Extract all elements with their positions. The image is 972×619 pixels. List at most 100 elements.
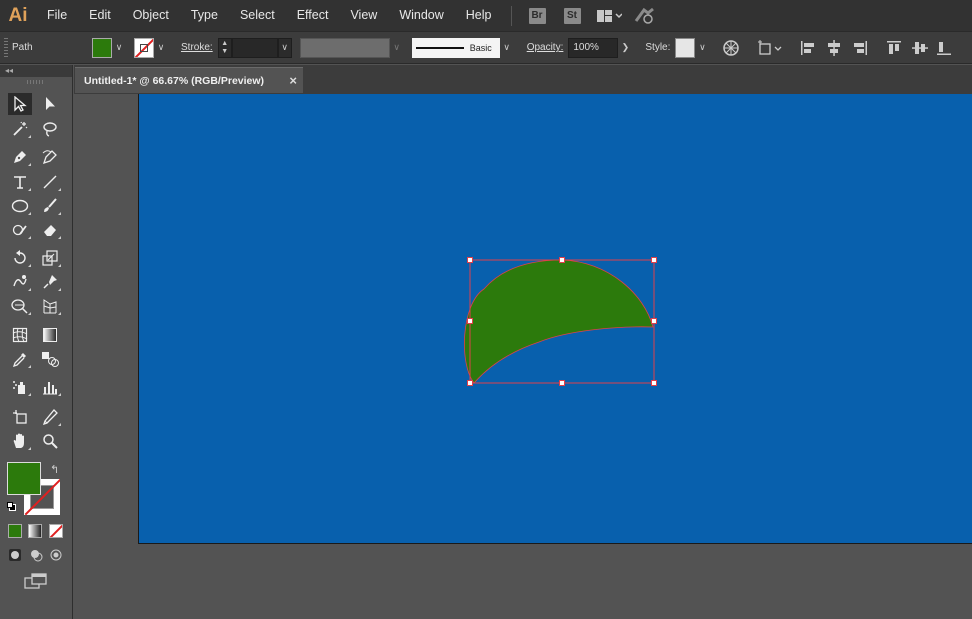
artboard[interactable] (138, 94, 972, 544)
variable-width-profile[interactable] (299, 37, 390, 58)
shaper-tool-icon[interactable] (8, 219, 32, 241)
align-bottom-icon[interactable] (937, 39, 952, 57)
align-vertical-center-icon[interactable] (911, 39, 929, 57)
brush-definition[interactable]: Basic (411, 37, 500, 58)
column-graph-tool-icon[interactable] (38, 376, 62, 398)
draw-normal-icon[interactable] (8, 548, 22, 562)
scale-tool-icon[interactable] (38, 247, 62, 269)
menu-window[interactable]: Window (388, 0, 454, 31)
control-bar-grip[interactable] (4, 37, 8, 58)
align-left-icon[interactable] (799, 39, 817, 57)
tools-panel-header: ◂◂ (0, 65, 72, 77)
stroke-weight-chevron-icon[interactable]: ∨ (277, 37, 292, 58)
curvature-tool-icon[interactable] (38, 146, 62, 168)
blend-tool-icon[interactable] (38, 348, 62, 370)
menu-help[interactable]: Help (455, 0, 503, 31)
tools-panel-grip[interactable] (27, 80, 45, 84)
direct-selection-tool-icon[interactable] (38, 93, 62, 115)
stock-button[interactable]: St (563, 7, 581, 24)
eyedropper-tool-icon[interactable] (8, 348, 32, 370)
stroke-weight-stepper[interactable]: ▲ ▼ (217, 37, 232, 58)
document-tab-title: Untitled-1* @ 66.67% (RGB/Preview) (84, 74, 265, 87)
graphic-style-swatch[interactable] (675, 37, 696, 58)
opacity-field[interactable]: 100% (568, 37, 619, 58)
fill-swatch[interactable] (92, 37, 112, 58)
type-tool-icon[interactable] (8, 171, 32, 193)
menu-file[interactable]: File (36, 0, 78, 31)
swap-fill-stroke-icon[interactable]: ↰ (50, 463, 59, 476)
shape-builder-tool-icon[interactable] (8, 295, 32, 317)
stroke-dropdown-chevron-icon[interactable]: ∨ (154, 38, 168, 58)
bridge-button[interactable]: Br (528, 7, 546, 24)
warp-tool-icon[interactable] (8, 271, 32, 293)
menu-view[interactable]: View (339, 0, 388, 31)
collapse-panel-icon[interactable]: ◂◂ (5, 65, 13, 77)
artboard-tool-icon[interactable] (8, 406, 32, 428)
transform-icon[interactable] (757, 39, 783, 57)
eraser-tool-icon[interactable] (38, 219, 62, 241)
fill-dropdown-chevron-icon[interactable]: ∨ (112, 38, 126, 58)
handle-bottom-right (651, 380, 657, 386)
hand-tool-icon[interactable] (8, 430, 32, 452)
handle-bottom-center (559, 380, 565, 386)
stroke-label[interactable]: Stroke: (181, 42, 213, 53)
stroke-weight-field[interactable] (231, 37, 278, 58)
recolor-artwork-icon[interactable] (721, 38, 741, 58)
handle-top-center (559, 257, 565, 263)
gpu-performance-icon[interactable] (634, 7, 656, 25)
change-screen-mode-icon[interactable] (24, 572, 48, 593)
handle-top-left (467, 257, 473, 263)
menu-divider (510, 5, 512, 26)
menu-effect[interactable]: Effect (286, 0, 340, 31)
menu-select[interactable]: Select (229, 0, 286, 31)
control-bar: Path ∨ ∨ Stroke: ▲ ▼ ∨ ∨ Basic ∨ Opacity:… (0, 31, 972, 64)
none-mode-button[interactable] (49, 524, 63, 538)
color-mode-button[interactable] (8, 524, 22, 538)
zoom-tool-icon[interactable] (38, 430, 62, 452)
line-segment-tool-icon[interactable] (38, 171, 62, 193)
opacity-chevron-right-icon[interactable]: ❯ (618, 38, 632, 58)
align-right-icon[interactable] (851, 39, 869, 57)
symbol-sprayer-tool-icon[interactable] (8, 376, 32, 398)
app-logo: Ai (8, 4, 28, 26)
handle-bottom-left (467, 380, 473, 386)
menu-edit[interactable]: Edit (78, 0, 122, 31)
artwork-layer[interactable] (139, 94, 972, 544)
variable-width-chevron-icon[interactable]: ∨ (390, 38, 404, 58)
puppet-warp-tool-icon[interactable] (38, 271, 62, 293)
stroke-swatch[interactable] (134, 37, 154, 58)
tools-panel: ◂◂ ↰ (0, 65, 73, 619)
selection-tool-icon[interactable] (8, 93, 32, 115)
handle-middle-left (467, 318, 473, 324)
menu-type[interactable]: Type (180, 0, 229, 31)
pen-tool-icon[interactable] (8, 146, 32, 168)
slice-tool-icon[interactable] (38, 406, 62, 428)
opacity-label[interactable]: Opacity: (527, 42, 564, 53)
graphic-style-chevron-icon[interactable]: ∨ (695, 38, 709, 58)
mesh-tool-icon[interactable] (8, 324, 32, 346)
handle-top-right (651, 257, 657, 263)
align-top-icon[interactable] (885, 39, 903, 57)
draw-inside-icon[interactable] (49, 548, 63, 562)
close-tab-icon[interactable]: × (289, 73, 297, 88)
default-fill-stroke-icon[interactable] (7, 502, 17, 512)
selection-type-label: Path (12, 42, 33, 53)
gradient-tool-icon[interactable] (38, 324, 62, 346)
draw-behind-icon[interactable] (29, 548, 43, 562)
arrange-documents-icon[interactable] (596, 9, 622, 23)
ellipse-tool-icon[interactable] (8, 195, 32, 217)
magic-wand-tool-icon[interactable] (8, 118, 32, 140)
perspective-grid-tool-icon[interactable] (38, 295, 62, 317)
rotate-tool-icon[interactable] (8, 247, 32, 269)
document-tab[interactable]: Untitled-1* @ 66.67% (RGB/Preview) × (75, 67, 303, 93)
selected-path-shape[interactable] (464, 259, 654, 384)
align-horizontal-center-icon[interactable] (825, 39, 843, 57)
style-label: Style: (645, 42, 671, 53)
lasso-tool-icon[interactable] (38, 118, 62, 140)
gradient-mode-button[interactable] (28, 524, 42, 538)
fill-color-box[interactable] (7, 462, 41, 495)
paintbrush-tool-icon[interactable] (38, 195, 62, 217)
menu-object[interactable]: Object (122, 0, 180, 31)
brush-definition-chevron-icon[interactable]: ∨ (500, 38, 514, 58)
menu-bar: Ai File Edit Object Type Select Effect V… (0, 0, 972, 31)
